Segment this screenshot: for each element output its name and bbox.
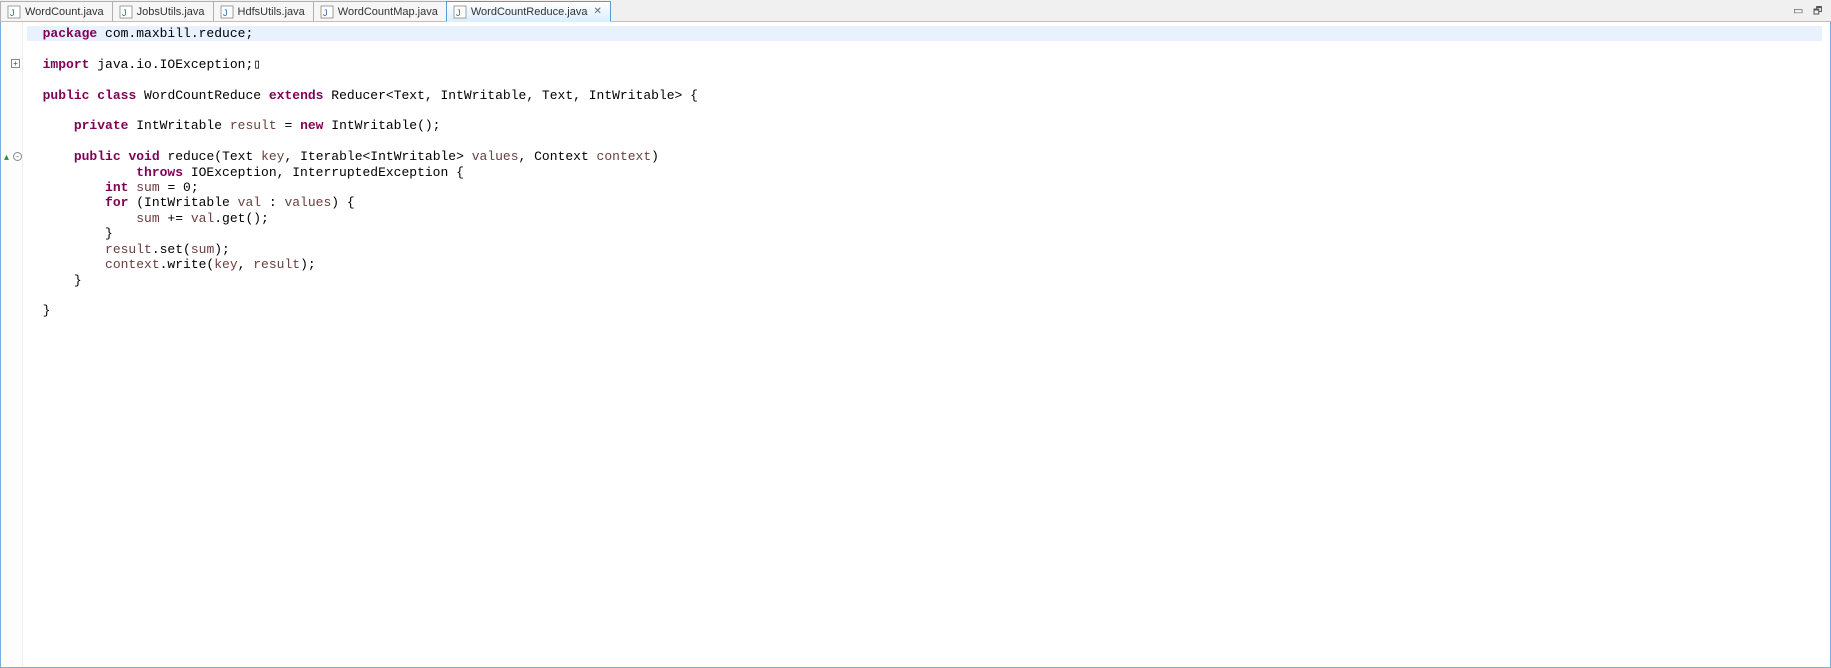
- svg-text:J: J: [456, 8, 461, 18]
- extends-rest: Reducer<Text, IntWritable, Text, IntWrit…: [323, 88, 697, 103]
- editor-tab-bar: J WordCount.java J JobsUtils.java J Hdfs…: [0, 0, 1831, 22]
- class-name: WordCountReduce: [136, 88, 269, 103]
- maximize-icon[interactable]: [1813, 3, 1825, 15]
- tab-label: WordCountReduce.java: [471, 6, 588, 18]
- val-ref: val: [191, 211, 214, 226]
- kw-for: for: [105, 195, 128, 210]
- sum-name: sum: [128, 180, 159, 195]
- p-comma2: , Context: [519, 149, 597, 164]
- field-name: result: [230, 118, 277, 133]
- tab-wordcountreduce[interactable]: J WordCountReduce.java ✕: [446, 1, 611, 21]
- import-name: java.io.IOException;: [89, 57, 253, 72]
- kw-extends: extends: [269, 88, 324, 103]
- context-ref: context: [105, 257, 160, 272]
- brace-close-3: }: [43, 303, 51, 318]
- set-b: );: [214, 242, 230, 257]
- p-comma1: , Iterable<IntWritable>: [284, 149, 471, 164]
- java-file-icon: J: [119, 5, 133, 19]
- kw-public: public: [43, 88, 90, 103]
- for-open: (IntWritable: [128, 195, 237, 210]
- tab-jobsutils[interactable]: J JobsUtils.java: [112, 1, 214, 21]
- write-key: key: [214, 257, 237, 272]
- write-sep: ,: [238, 257, 254, 272]
- brace-close-2: }: [74, 273, 82, 288]
- svg-text:J: J: [223, 8, 228, 18]
- tab-label: WordCount.java: [25, 6, 104, 18]
- fold-collapse-icon[interactable]: -: [13, 152, 22, 161]
- for-iter: values: [284, 195, 331, 210]
- write-a: .write(: [160, 257, 215, 272]
- result-ref: result: [105, 242, 152, 257]
- p-close: ): [651, 149, 659, 164]
- field-eq: =: [277, 118, 300, 133]
- kw-throws: throws: [136, 165, 183, 180]
- kw-package: package: [43, 26, 98, 41]
- tab-label: WordCountMap.java: [338, 6, 438, 18]
- tab-hdfsutils[interactable]: J HdfsUtils.java: [213, 1, 314, 21]
- svg-text:J: J: [122, 8, 127, 18]
- java-file-icon: J: [7, 5, 21, 19]
- svg-text:J: J: [10, 8, 15, 18]
- param-context: context: [597, 149, 652, 164]
- kw-class: class: [97, 88, 136, 103]
- brace-close-1: }: [105, 226, 113, 241]
- sum-ref: sum: [136, 211, 159, 226]
- package-name: com.maxbill.reduce;: [97, 26, 253, 41]
- kw-void: void: [128, 149, 159, 164]
- for-colon: :: [261, 195, 284, 210]
- code-editor[interactable]: package com.maxbill.reduce; import java.…: [23, 22, 1830, 667]
- for-close: ) {: [331, 195, 354, 210]
- get-call: .get();: [214, 211, 269, 226]
- kw-import: import: [43, 57, 90, 72]
- param-values: values: [472, 149, 519, 164]
- write-res: result: [253, 257, 300, 272]
- minimize-icon[interactable]: [1793, 3, 1805, 15]
- tab-label: JobsUtils.java: [137, 6, 205, 18]
- kw-new: new: [300, 118, 323, 133]
- kw-private: private: [74, 118, 129, 133]
- set-a: .set(: [152, 242, 191, 257]
- sum-rest: = 0;: [160, 180, 199, 195]
- tab-wordcount[interactable]: J WordCount.java: [0, 1, 113, 21]
- editor-area: + ▴ - package com.maxbill.reduce; import…: [0, 22, 1831, 668]
- tab-label: HdfsUtils.java: [238, 6, 305, 18]
- java-file-icon: J: [453, 5, 467, 19]
- svg-text:J: J: [323, 8, 328, 18]
- editor-gutter[interactable]: + ▴ -: [1, 22, 23, 667]
- kw-public2: public: [74, 149, 121, 164]
- close-icon[interactable]: ✕: [593, 6, 601, 17]
- pluseq: +=: [160, 211, 191, 226]
- override-marker-icon[interactable]: ▴: [4, 152, 9, 163]
- throws-rest: IOException, InterruptedException {: [183, 165, 464, 180]
- set-arg: sum: [191, 242, 214, 257]
- write-b: );: [300, 257, 316, 272]
- for-var: val: [238, 195, 261, 210]
- param-key: key: [261, 149, 284, 164]
- method-name: reduce(Text: [160, 149, 261, 164]
- ide-workbench: J WordCount.java J JobsUtils.java J Hdfs…: [0, 0, 1831, 668]
- java-file-icon: J: [320, 5, 334, 19]
- kw-int: int: [105, 180, 128, 195]
- field-ctor: IntWritable();: [323, 118, 440, 133]
- fold-expand-icon[interactable]: +: [11, 59, 20, 68]
- java-file-icon: J: [220, 5, 234, 19]
- tab-wordcountmap[interactable]: J WordCountMap.java: [313, 1, 447, 21]
- field-type: IntWritable: [128, 118, 229, 133]
